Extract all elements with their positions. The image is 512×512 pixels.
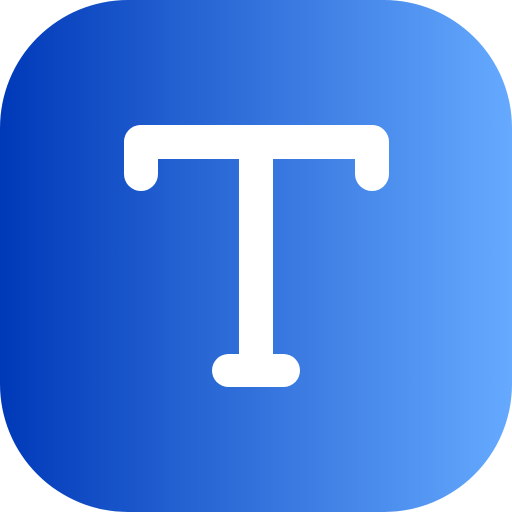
text-tool-icon <box>0 0 512 512</box>
text-tool-app-icon[interactable] <box>0 0 512 512</box>
